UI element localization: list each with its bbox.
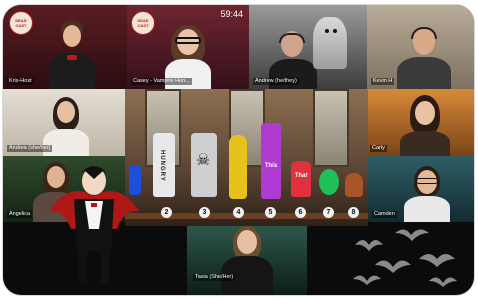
logo-text-2: CAST bbox=[137, 23, 149, 28]
video-tile-andrew[interactable]: Andrew (he/they) bbox=[249, 5, 367, 89]
participant-name: Andrew (he/they) bbox=[253, 78, 299, 85]
bottle-number: 2 bbox=[161, 207, 172, 218]
video-tile-camden[interactable]: Camden bbox=[368, 156, 474, 222]
bottle-6[interactable]: That bbox=[291, 161, 311, 197]
logo-text-2: CAST bbox=[15, 23, 27, 28]
deadcast-logo: DEAD CAST bbox=[131, 11, 155, 35]
skull-icon: ☠ bbox=[196, 152, 211, 169]
bottle-7[interactable] bbox=[319, 169, 339, 195]
bottle-number: 4 bbox=[233, 207, 244, 218]
meeting-timer: 59:44 bbox=[220, 9, 243, 19]
bottle-8[interactable] bbox=[345, 173, 363, 197]
potion-shelf-stage: HUNGRY 2 ☠ 3 4 This 5 That 6 7 8 bbox=[125, 89, 368, 226]
bottle-5[interactable]: This bbox=[261, 123, 281, 199]
bottle-number: 6 bbox=[295, 207, 306, 218]
participant-name: Tasia (She/Her) bbox=[193, 274, 236, 281]
participant-name: Kris-Host bbox=[7, 78, 34, 85]
participant-name: Casey - Vampire Hun... bbox=[131, 78, 192, 85]
deadcast-logo: DEAD CAST bbox=[9, 11, 33, 35]
bottle-number: 8 bbox=[348, 207, 359, 218]
nosferatu-image bbox=[313, 17, 347, 69]
bat-icon bbox=[353, 229, 457, 287]
participant-name: Kevin H bbox=[371, 78, 395, 85]
bottle-label: This bbox=[264, 163, 278, 169]
bottle-number: 7 bbox=[323, 207, 334, 218]
vampire-cartoon bbox=[49, 166, 139, 285]
bottle-label: HUNGRY bbox=[159, 150, 165, 182]
video-tile-kevin[interactable]: Kevin H bbox=[367, 5, 474, 89]
video-tile-andrea[interactable]: Andrea (she/her) bbox=[3, 89, 125, 156]
bottle-4[interactable] bbox=[229, 135, 247, 199]
video-tile-tasia[interactable]: Tasia (She/Her) bbox=[187, 222, 307, 295]
participant-name: Camden bbox=[372, 211, 397, 218]
participant-name: Angelica bbox=[7, 211, 33, 218]
video-tile-kris[interactable]: DEAD CAST Kris-Host bbox=[3, 5, 127, 89]
bottle-3[interactable]: ☠ bbox=[191, 133, 217, 197]
video-tile-casey[interactable]: DEAD CAST 59:44 Casey - Vampire Hun... bbox=[127, 5, 249, 89]
bottle-number: 3 bbox=[199, 207, 210, 218]
participant-name: Carly bbox=[370, 145, 387, 152]
video-call-window: DEAD CAST Kris-Host DEAD CAST 59:44 Case… bbox=[3, 5, 474, 295]
video-tile-carly[interactable]: Carly bbox=[368, 89, 474, 156]
bottle-2[interactable]: HUNGRY bbox=[153, 133, 175, 197]
bottle-label: That bbox=[294, 173, 308, 179]
bottle-number: 5 bbox=[265, 207, 276, 218]
